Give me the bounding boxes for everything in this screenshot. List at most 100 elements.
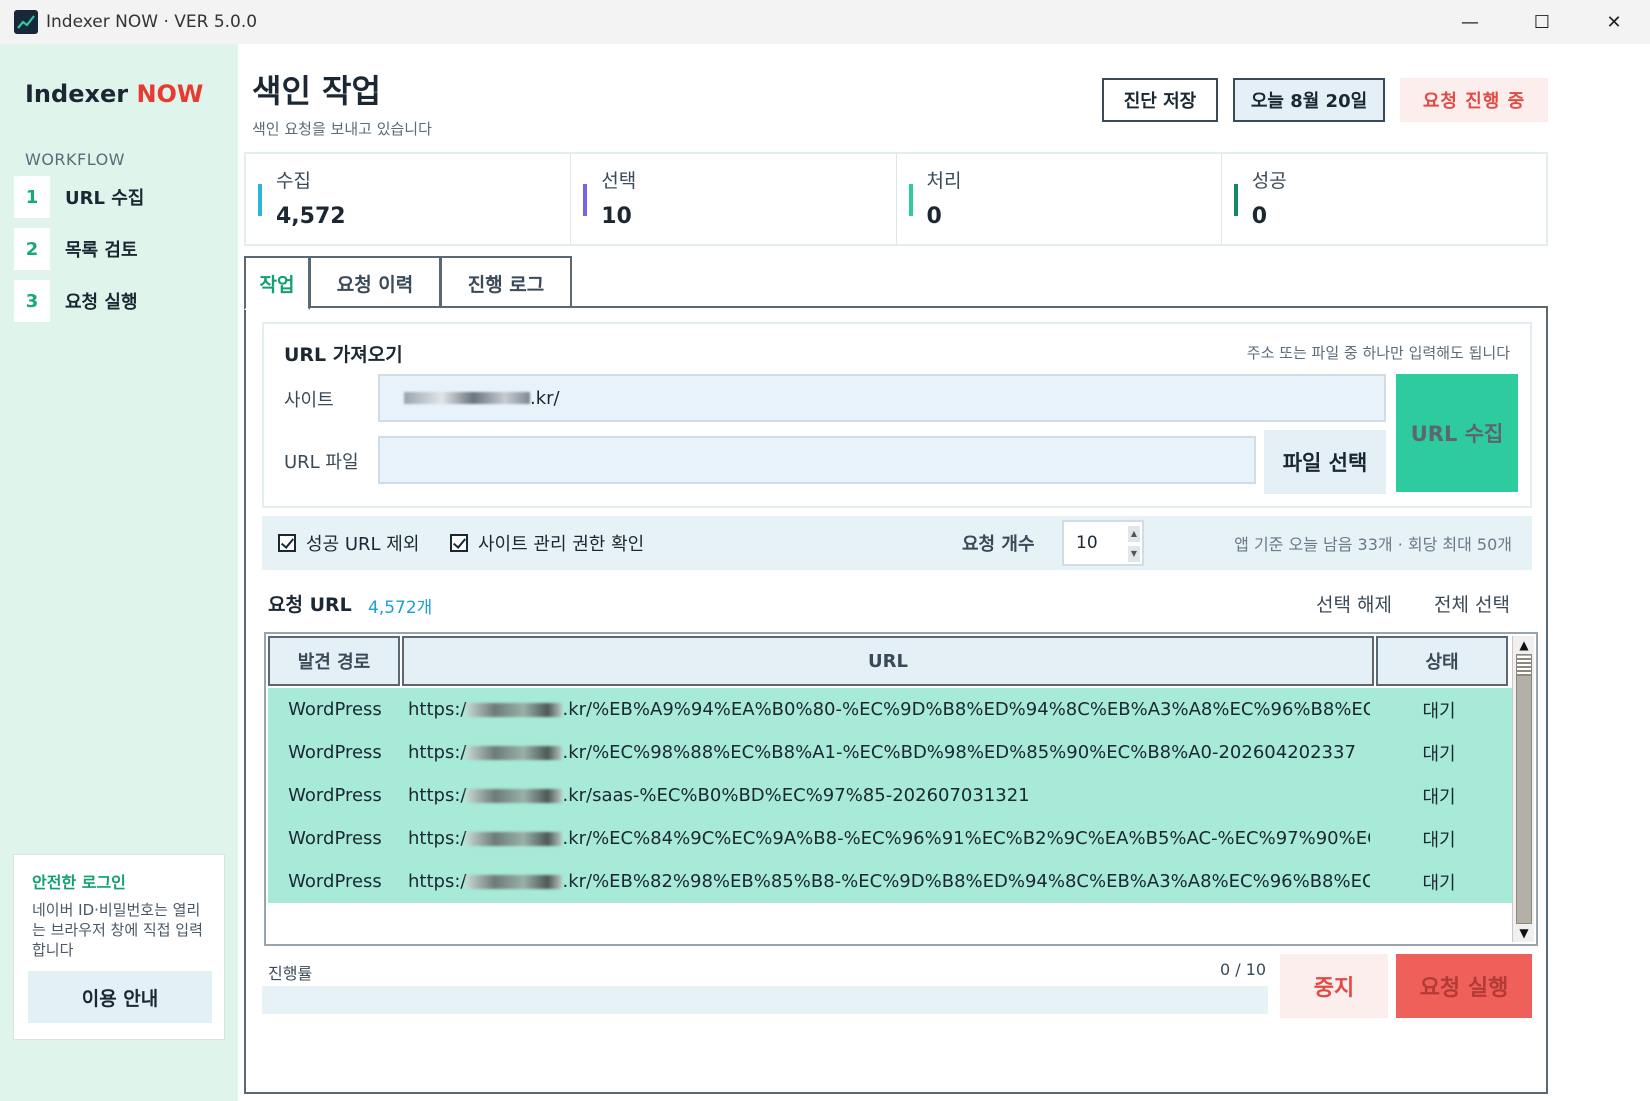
step-number: 1 xyxy=(14,176,50,218)
tab-progress-log[interactable]: 진행 로그 xyxy=(440,256,572,308)
url-collect-button[interactable]: URL 수집 xyxy=(1396,374,1518,492)
step-label: 요청 실행 xyxy=(65,292,138,313)
save-diagnostics-button[interactable]: 진단 저장 xyxy=(1102,78,1218,122)
window-title: Indexer NOW · VER 5.0.0 xyxy=(46,12,258,32)
stepper-up-icon[interactable]: ▲ xyxy=(1128,526,1140,542)
row-url: https:/.kr/saas-%EC%B0%BD%EC%97%85-20260… xyxy=(408,785,1030,806)
brand-main: Indexer xyxy=(25,80,129,108)
sidebar: Indexer NOW WORKFLOW 1 URL 수집 2 목록 검토 3 … xyxy=(0,44,238,1101)
table-scrollbar[interactable]: ▲ ▼ xyxy=(1512,636,1534,942)
column-header-source[interactable]: 발견 경로 xyxy=(268,636,400,686)
work-panel: URL 가져오기 주소 또는 파일 중 하나만 입력해도 됩니다 사이트 .kr… xyxy=(244,306,1548,1094)
stop-button[interactable]: 중지 xyxy=(1280,954,1388,1018)
row-url: https:/.kr/%EB%A9%94%EA%B0%80-%EC%9D%B8%… xyxy=(408,699,1370,720)
row-source: WordPress xyxy=(288,871,382,892)
stat-value: 0 xyxy=(1251,204,1268,229)
close-icon[interactable]: ✕ xyxy=(1578,0,1650,44)
status-badge: 요청 진행 중 xyxy=(1400,78,1548,122)
page-subtitle: 색인 요청을 보내고 있습니다 xyxy=(252,120,432,138)
row-source: WordPress xyxy=(288,828,382,849)
request-count-label: 요청 개수 xyxy=(962,534,1035,555)
url-import-title: URL 가져오기 xyxy=(284,344,403,366)
minimize-icon[interactable]: — xyxy=(1434,0,1506,44)
step-label: 목록 검토 xyxy=(65,240,138,261)
stat-color-bar xyxy=(1233,184,1238,216)
brand-logo: Indexer NOW xyxy=(25,80,203,108)
brand-accent: NOW xyxy=(136,80,204,108)
stat-color-bar xyxy=(258,184,262,216)
deselect-button[interactable]: 선택 해제 xyxy=(1316,590,1392,617)
row-url: https:/.kr/%EC%84%9C%EC%9A%B8-%EC%96%91%… xyxy=(408,828,1370,849)
column-header-url[interactable]: URL xyxy=(402,636,1374,686)
request-url-table: 발견 경로 URL 상태 WordPress https:/.kr/%EB%A9… xyxy=(264,632,1538,946)
checkbox-checked-icon xyxy=(450,534,468,552)
row-status: 대기 xyxy=(1422,786,1456,808)
scroll-grip-icon xyxy=(1517,656,1531,676)
scroll-down-icon[interactable]: ▼ xyxy=(1515,924,1533,942)
maximize-icon[interactable]: ☐ xyxy=(1506,0,1578,44)
url-file-label: URL 파일 xyxy=(284,452,359,473)
stepper-down-icon[interactable]: ▼ xyxy=(1128,546,1140,562)
checkbox-checked-icon xyxy=(278,534,296,552)
stat-value: 0 xyxy=(926,204,942,229)
request-url-count: 4,572개 xyxy=(368,598,433,618)
scroll-up-icon[interactable]: ▲ xyxy=(1515,636,1533,654)
stat-collected: 수집 4,572 xyxy=(246,154,572,244)
stat-success: 성공 0 xyxy=(1222,154,1546,244)
url-file-input[interactable] xyxy=(378,436,1256,484)
masked-domain xyxy=(404,392,530,404)
progress-bar xyxy=(262,986,1268,1014)
stat-value: 10 xyxy=(601,204,632,229)
guide-button[interactable]: 이용 안내 xyxy=(28,971,212,1023)
stat-label: 성공 xyxy=(1251,170,1287,192)
masked-domain xyxy=(466,746,563,760)
stat-color-bar xyxy=(583,184,588,216)
main-content: 색인 작업 색인 요청을 보내고 있습니다 진단 저장 오늘 8월 20일 요청… xyxy=(238,44,1650,1101)
app-logo-icon xyxy=(14,10,38,34)
row-status: 대기 xyxy=(1422,700,1456,722)
column-header-status[interactable]: 상태 xyxy=(1376,636,1508,686)
tab-request-history[interactable]: 요청 이력 xyxy=(309,256,441,308)
table-row[interactable]: WordPress https:/.kr/%EC%98%88%EC%B8%A1-… xyxy=(268,731,1512,774)
url-import-hint: 주소 또는 파일 중 하나만 입력해도 됩니다 xyxy=(1246,344,1510,362)
window-titlebar: Indexer NOW · VER 5.0.0 — ☐ ✕ xyxy=(0,0,1650,44)
site-input[interactable]: .kr/ xyxy=(378,374,1386,422)
run-request-button[interactable]: 요청 실행 xyxy=(1396,954,1532,1018)
stat-value: 4,572 xyxy=(276,204,346,229)
check-permission-checkbox[interactable]: 사이트 관리 권한 확인 xyxy=(450,530,644,556)
step-number: 2 xyxy=(14,228,50,270)
table-row[interactable]: WordPress https:/.kr/%EC%84%9C%EC%9A%B8-… xyxy=(268,817,1512,860)
request-url-title: 요청 URL xyxy=(268,594,352,616)
row-status: 대기 xyxy=(1422,743,1456,765)
stat-label: 처리 xyxy=(926,170,962,192)
safe-login-card: 안전한 로그인 네이버 ID·비밀번호는 열리는 브라우저 창에 직접 입력합니… xyxy=(13,854,225,1040)
sidebar-step-url-collect[interactable]: 1 URL 수집 xyxy=(14,176,224,218)
file-select-button[interactable]: 파일 선택 xyxy=(1264,430,1386,494)
sidebar-step-request-run[interactable]: 3 요청 실행 xyxy=(14,280,224,322)
step-number: 3 xyxy=(14,280,50,322)
row-status: 대기 xyxy=(1422,872,1456,894)
progress-count: 0 / 10 xyxy=(1220,960,1267,979)
url-import-section: URL 가져오기 주소 또는 파일 중 하나만 입력해도 됩니다 사이트 .kr… xyxy=(262,322,1532,508)
table-row[interactable]: WordPress https:/.kr/saas-%EC%B0%BD%EC%9… xyxy=(268,774,1512,817)
safe-login-description: 네이버 ID·비밀번호는 열리는 브라우저 창에 직접 입력합니다 xyxy=(32,901,203,959)
step-label: URL 수집 xyxy=(65,188,145,209)
masked-domain xyxy=(466,703,563,717)
exclude-success-checkbox[interactable]: 성공 URL 제외 xyxy=(278,530,419,556)
stat-color-bar xyxy=(908,184,913,216)
request-count-stepper[interactable]: 10 ▲ ▼ xyxy=(1062,520,1144,566)
table-row[interactable]: WordPress https:/.kr/%EB%A9%94%EA%B0%80-… xyxy=(268,688,1512,731)
tab-work[interactable]: 작업 xyxy=(244,256,310,310)
row-url: https:/.kr/%EC%98%88%EC%B8%A1-%EC%BD%98%… xyxy=(408,742,1356,763)
options-row: 성공 URL 제외 사이트 관리 권한 확인 요청 개수 10 ▲ ▼ 앱 기준… xyxy=(262,516,1532,570)
masked-domain xyxy=(466,789,563,803)
row-source: WordPress xyxy=(288,699,382,720)
scroll-thumb[interactable] xyxy=(1516,654,1532,924)
quota-text: 앱 기준 오늘 남음 33개 · 회당 최대 50개 xyxy=(1234,535,1512,554)
sidebar-step-list-review[interactable]: 2 목록 검토 xyxy=(14,228,224,270)
date-badge: 오늘 8월 20일 xyxy=(1233,78,1385,122)
table-row[interactable]: WordPress https:/.kr/%EB%82%98%EB%85%B8-… xyxy=(268,860,1512,903)
row-source: WordPress xyxy=(288,785,382,806)
stat-label: 선택 xyxy=(601,170,637,192)
select-all-button[interactable]: 전체 선택 xyxy=(1434,590,1510,617)
